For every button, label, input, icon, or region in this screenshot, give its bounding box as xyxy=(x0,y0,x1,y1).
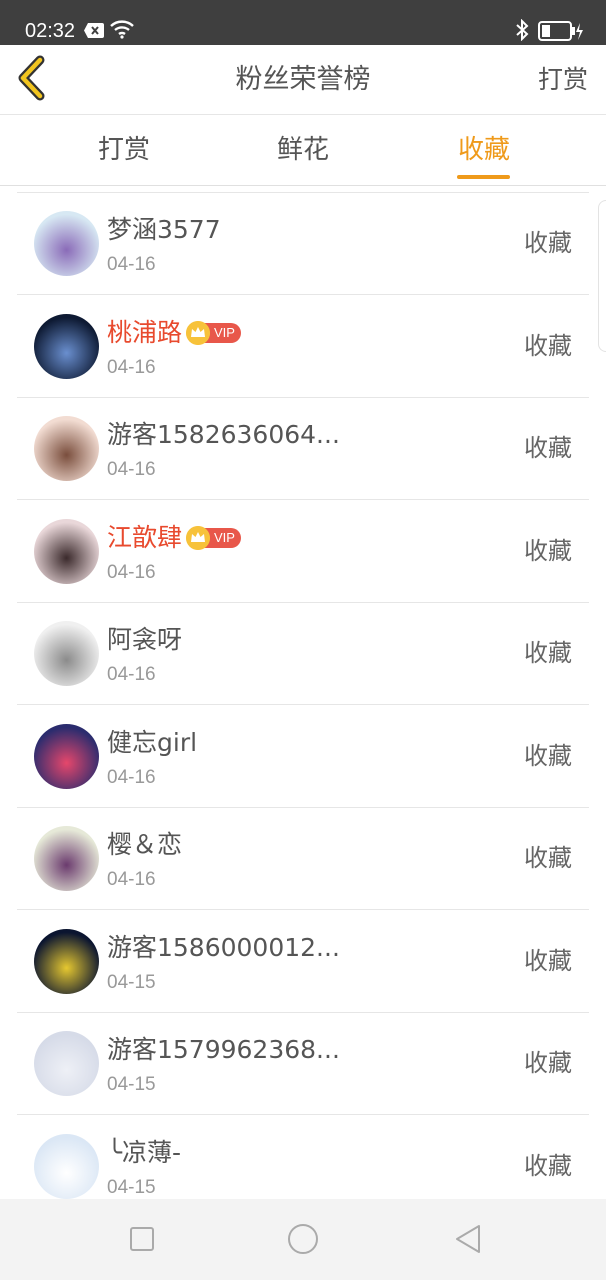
user-name-wrap: 江歆肆 VIP xyxy=(107,519,241,557)
avatar[interactable] xyxy=(34,313,99,379)
list-item[interactable]: 樱＆恋 04-16 收藏 xyxy=(17,808,589,910)
user-name-wrap: 游客1586000012... xyxy=(107,929,340,967)
list-item[interactable]: 游客1579962368... 04-15 收藏 xyxy=(17,1013,589,1115)
list-item[interactable]: 健忘girl 04-16 收藏 xyxy=(17,706,589,808)
avatar[interactable] xyxy=(34,1133,99,1199)
user-name: 梦涵3577 xyxy=(107,215,221,244)
list-item[interactable]: 桃浦路 VIP 04-16 收藏 xyxy=(17,296,589,398)
user-name-wrap: ╰凉薄- xyxy=(107,1134,181,1172)
favorite-action-label: 收藏 xyxy=(524,331,572,360)
crown-icon xyxy=(186,525,211,550)
user-name: 游客1582636064... xyxy=(107,420,340,449)
user-name: 樱＆恋 xyxy=(107,830,183,859)
favorite-action-label: 收藏 xyxy=(524,1049,572,1077)
wifi-icon xyxy=(110,20,134,39)
page-title: 粉丝荣誉榜 xyxy=(235,64,371,95)
vip-badge: VIP xyxy=(186,525,241,550)
favorite-date: 04-16 xyxy=(107,254,156,275)
user-name: 游客1586000012... xyxy=(107,932,340,962)
user-name: 游客1579962368... xyxy=(107,1035,340,1064)
user-name: 阿衾呀 xyxy=(107,625,183,654)
favorite-action-label: 收藏 xyxy=(524,536,572,565)
favorite-date: 04-16 xyxy=(107,664,156,685)
tab-flowers[interactable]: 鲜花 xyxy=(243,133,363,167)
user-name-wrap: 游客1579962368... xyxy=(107,1031,340,1069)
user-name: 江歆肆 xyxy=(107,522,183,552)
user-name-wrap: 梦涵3577 xyxy=(107,211,221,249)
bluetooth-icon xyxy=(516,19,529,41)
list-item[interactable]: 阿衾呀 04-16 收藏 xyxy=(17,603,589,705)
user-name: ╰凉薄- xyxy=(107,1137,182,1167)
favorite-action-label: 收藏 xyxy=(524,639,572,667)
favorite-action-label: 收藏 xyxy=(524,946,572,975)
avatar[interactable] xyxy=(34,621,99,686)
favorite-action-label: 收藏 xyxy=(524,229,572,257)
favorite-action-label: 收藏 xyxy=(524,844,572,872)
nav-bar: 粉丝荣誉榜 打赏 xyxy=(0,45,606,115)
user-name: 桃浦路 xyxy=(107,317,183,347)
user-name-wrap: 游客1582636064... xyxy=(107,416,340,454)
favorite-date: 04-15 xyxy=(107,1176,156,1198)
active-tab-indicator xyxy=(457,175,510,179)
tab-bar: 打赏 鲜花 收藏 xyxy=(0,115,606,186)
vip-badge: VIP xyxy=(186,320,241,345)
favorite-date: 04-16 xyxy=(107,766,156,788)
user-name-wrap: 樱＆恋 xyxy=(107,826,182,864)
avatar[interactable] xyxy=(34,416,99,481)
user-name-wrap: 健忘girl xyxy=(107,724,197,762)
tab-reward[interactable]: 打赏 xyxy=(64,133,184,167)
home-circle-icon[interactable] xyxy=(287,1223,319,1255)
list-item[interactable]: 游客1582636064... 04-16 收藏 xyxy=(17,398,589,500)
favorite-date: 04-16 xyxy=(107,459,156,480)
recent-apps-square-icon[interactable] xyxy=(126,1223,158,1255)
scroll-edge-handle[interactable] xyxy=(598,200,606,352)
reward-button[interactable]: 打赏 xyxy=(538,62,588,98)
favorite-date: 04-16 xyxy=(107,561,156,583)
tab-favorites[interactable]: 收藏 xyxy=(424,133,544,167)
notification-close-icon xyxy=(84,23,104,38)
crown-icon xyxy=(186,320,211,345)
back-triangle-icon[interactable] xyxy=(453,1223,485,1255)
avatar[interactable] xyxy=(34,1031,99,1096)
favorite-action-label: 收藏 xyxy=(524,1151,572,1180)
list-item[interactable]: 游客1586000012... 04-15 收藏 xyxy=(17,911,589,1013)
favorite-date: 04-15 xyxy=(107,1074,156,1095)
system-nav-bar xyxy=(0,1199,606,1280)
user-name: 健忘girl xyxy=(107,727,198,757)
status-time: 02:32 xyxy=(25,20,76,42)
avatar[interactable] xyxy=(34,518,99,584)
list-item[interactable]: 江歆肆 VIP 04-16 收藏 xyxy=(17,501,589,603)
favorite-date: 04-16 xyxy=(107,869,156,890)
fan-list[interactable]: 梦涵3577 04-16 收藏 桃浦路 VIP 04-16 收藏 游客1582636064..… xyxy=(0,186,606,1199)
list-item[interactable]: ╰凉薄- 04-15 收藏 xyxy=(17,1116,589,1200)
avatar[interactable] xyxy=(34,928,99,994)
favorite-date: 04-16 xyxy=(107,356,156,378)
favorite-action-label: 收藏 xyxy=(524,741,572,770)
user-name-wrap: 阿衾呀 xyxy=(107,621,182,659)
avatar[interactable] xyxy=(34,723,99,789)
favorite-date: 04-15 xyxy=(107,971,156,993)
avatar[interactable] xyxy=(34,826,99,891)
favorite-action-label: 收藏 xyxy=(524,434,572,462)
list-item[interactable]: 梦涵3577 04-16 收藏 xyxy=(17,193,589,295)
battery-icon xyxy=(538,21,583,41)
avatar[interactable] xyxy=(34,211,99,276)
status-bar: 02:32 xyxy=(0,0,606,45)
user-name-wrap: 桃浦路 VIP xyxy=(107,314,241,352)
